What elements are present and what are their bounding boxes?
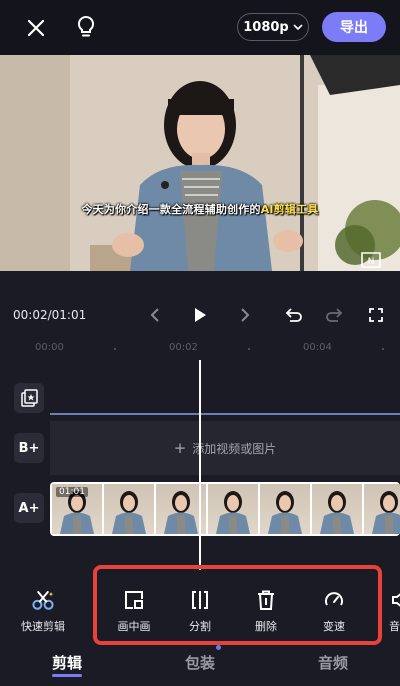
ruler-dot xyxy=(114,348,116,350)
tab-package[interactable]: 包装 xyxy=(185,652,215,673)
sticker-track-line xyxy=(50,413,400,415)
clip-frame xyxy=(312,484,362,534)
ruler-tick: 00:04 xyxy=(303,342,332,353)
video-preview[interactable]: 今天为你介绍一款全流程辅助创作的AI剪辑工具 N xyxy=(0,55,400,271)
ruler-tick: 00:02 xyxy=(169,342,198,353)
bottom-tab-bar: 剪辑 包装 音频 xyxy=(0,645,400,686)
clip-frame xyxy=(208,484,258,534)
video-editor-screen: 1080p 导出 今天为你介绍一款全流程辅助创作的AI剪辑工具 N 00:02/… xyxy=(0,0,400,686)
playback-controls: 00:02/01:01 xyxy=(0,271,400,331)
previous-icon[interactable] xyxy=(144,304,166,326)
svg-text:N: N xyxy=(368,257,375,267)
lightbulb-icon[interactable] xyxy=(72,12,100,42)
add-text-track-button[interactable]: B+ xyxy=(14,433,44,463)
scissors-icon xyxy=(31,588,55,612)
top-bar: 1080p 导出 xyxy=(0,0,400,55)
fullscreen-icon[interactable] xyxy=(365,304,387,326)
caption-main-text: 今天为你介绍一款全流程辅助创作的 xyxy=(81,203,261,216)
video-clip[interactable] xyxy=(50,482,400,536)
clip-duration: 01:01 xyxy=(56,487,88,497)
subtitle-caption: 今天为你介绍一款全流程辅助创作的AI剪辑工具 xyxy=(0,201,400,217)
active-tab-indicator xyxy=(52,674,82,677)
tool-label: 音 xyxy=(389,620,400,633)
chevron-down-icon xyxy=(293,23,303,30)
clip-frame xyxy=(364,484,400,534)
plus-icon: + xyxy=(173,439,187,457)
preview-frame-image xyxy=(0,55,400,271)
clip-frame xyxy=(104,484,154,534)
watermark-icon: N xyxy=(360,251,382,269)
tool-label: 快速剪辑 xyxy=(21,620,65,633)
add-media-label: 添加视频或图片 xyxy=(192,441,277,456)
add-sticker-button[interactable] xyxy=(14,383,44,413)
playback-time: 00:02/01:01 xyxy=(13,308,87,322)
add-media-track[interactable]: + 添加视频或图片 xyxy=(50,421,400,475)
add-audio-track-button[interactable]: A+ xyxy=(14,493,44,523)
close-icon[interactable] xyxy=(22,14,50,42)
ruler-dot xyxy=(382,348,384,350)
next-icon[interactable] xyxy=(234,304,256,326)
tab-edit[interactable]: 剪辑 xyxy=(52,652,82,673)
time-ruler: 00:00 00:02 00:04 xyxy=(0,338,400,360)
ruler-dot xyxy=(248,348,250,350)
quick-edit-tool[interactable]: 快速剪辑 xyxy=(13,572,73,638)
ruler-tick: 00:00 xyxy=(35,342,64,353)
caption-highlight-text: AI剪辑工具 xyxy=(260,203,319,216)
clip-frame xyxy=(260,484,310,534)
tab-audio[interactable]: 音频 xyxy=(318,652,348,673)
resolution-dropdown[interactable]: 1080p xyxy=(237,13,309,41)
resolution-label: 1080p xyxy=(243,19,289,35)
play-icon[interactable] xyxy=(189,304,211,326)
undo-icon[interactable] xyxy=(283,304,305,326)
playhead[interactable] xyxy=(199,360,201,570)
volume-icon xyxy=(386,588,400,612)
sticker-icon xyxy=(21,389,38,407)
redo-icon[interactable] xyxy=(323,304,345,326)
highlight-annotation-box xyxy=(93,565,382,645)
export-button[interactable]: 导出 xyxy=(322,12,386,42)
